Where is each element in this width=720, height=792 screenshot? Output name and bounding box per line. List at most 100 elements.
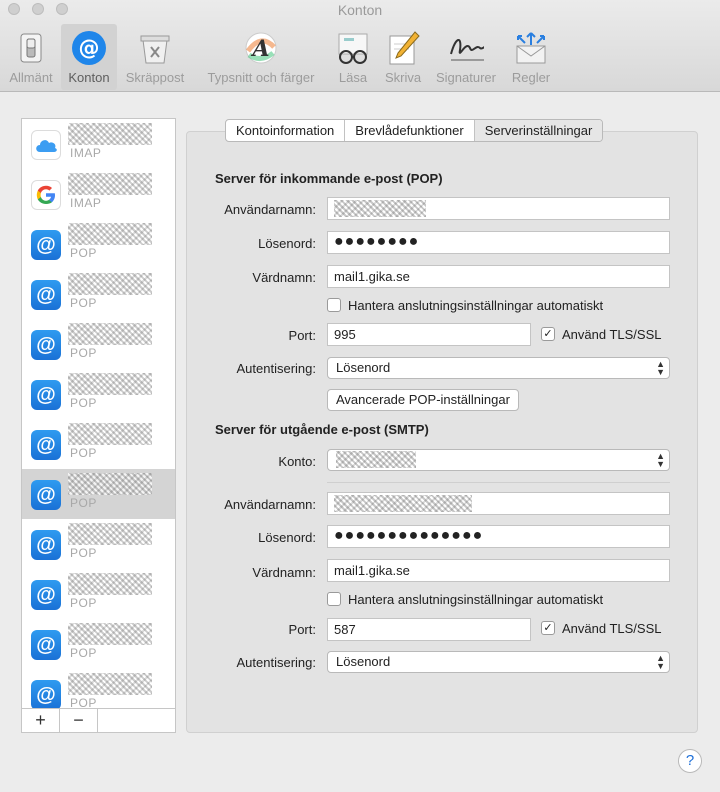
incoming-password-field[interactable]: ●●●●●●●● <box>327 231 670 254</box>
trash-icon <box>137 30 173 66</box>
toolbar-item-lasa[interactable]: Läsa <box>333 24 373 90</box>
chevron-updown-icon: ▲ ▼ <box>656 359 665 377</box>
outgoing-port-field[interactable]: 587 <box>327 618 531 641</box>
incoming-auth-select[interactable]: Lösenord ▲ ▼ <box>327 357 670 379</box>
help-button[interactable]: ? <box>678 749 702 773</box>
incoming-auto-manage-checkbox[interactable] <box>327 298 341 312</box>
account-row[interactable]: @ POP <box>22 319 175 369</box>
incoming-auth-label: Autentisering: <box>236 361 317 376</box>
tab-brevladefunktioner[interactable]: Brevlådefunktioner <box>345 120 475 141</box>
outgoing-username-field[interactable] <box>327 492 670 515</box>
account-list: IMAP IMAP @ POP @ POP @ POP @ POP @ POP @ POP … <box>21 118 176 733</box>
toolbar-label: Skriva <box>384 70 422 85</box>
outgoing-account-select[interactable]: ▲ ▼ <box>327 449 670 471</box>
outgoing-auth-select[interactable]: Lösenord ▲ ▼ <box>327 651 670 673</box>
svg-text:@: @ <box>79 36 100 60</box>
toolbar-label: Typsnitt och färger <box>207 70 315 85</box>
incoming-username-field[interactable] <box>327 197 670 220</box>
outgoing-account-label: Konto: <box>278 454 316 469</box>
account-type: POP <box>70 496 97 510</box>
account-name-redacted <box>68 173 152 195</box>
account-name-redacted <box>68 373 152 395</box>
icloud-icon <box>31 130 61 160</box>
toolbar-label: Läsa <box>338 70 368 85</box>
account-row-selected[interactable]: @ POP <box>22 469 175 519</box>
account-row[interactable]: @ POP <box>22 619 175 669</box>
outgoing-tls-label: Använd TLS/SSL <box>562 621 662 636</box>
incoming-auto-manage-label: Hantera anslutningsinställningar automat… <box>348 298 604 313</box>
redacted-value <box>336 451 416 468</box>
toolbar-label: Regler <box>511 70 551 85</box>
chevron-updown-icon: ▲ ▼ <box>656 451 665 469</box>
account-type: POP <box>70 596 97 610</box>
account-type: POP <box>70 546 97 560</box>
tab-serverinstallningar[interactable]: Serverinställningar <box>474 120 603 141</box>
account-type: POP <box>70 446 97 460</box>
outgoing-port-label: Port: <box>288 622 316 637</box>
account-name-redacted <box>68 273 152 295</box>
at-icon: @ <box>31 280 61 310</box>
toolbar-item-skriva[interactable]: Skriva <box>380 24 426 90</box>
incoming-tls-checkbox[interactable]: ✓ <box>541 327 555 341</box>
tab-kontoinformation[interactable]: Kontoinformation <box>226 120 346 141</box>
toolbar-item-allmant[interactable]: Allmänt <box>4 24 58 90</box>
account-row[interactable]: @ POP <box>22 419 175 469</box>
at-icon: @ <box>31 330 61 360</box>
account-row[interactable]: IMAP <box>22 119 175 169</box>
incoming-host-field[interactable]: mail1.gika.se <box>327 265 670 288</box>
at-icon: @ <box>31 580 61 610</box>
toolbar-item-regler[interactable]: Regler <box>508 24 554 90</box>
remove-account-button[interactable]: − <box>60 709 98 732</box>
signature-icon <box>448 30 484 66</box>
add-account-button[interactable]: + <box>22 709 60 732</box>
toolbar-label: Allmänt <box>9 70 53 85</box>
outgoing-tls-checkbox[interactable]: ✓ <box>541 621 555 635</box>
account-row[interactable]: @ POP <box>22 569 175 619</box>
account-type: IMAP <box>70 146 102 160</box>
account-row[interactable]: @ POP <box>22 519 175 569</box>
toolbar-label: Signaturer <box>436 70 496 85</box>
account-name-redacted <box>68 523 152 545</box>
account-name-redacted <box>68 623 152 645</box>
toolbar-item-typsnitt[interactable]: A Typsnitt och färger <box>196 24 326 90</box>
svg-text:A: A <box>250 36 269 62</box>
toolbar-item-signaturer[interactable]: Signaturer <box>430 24 502 90</box>
outgoing-password-field[interactable]: ●●●●●●●●●●●●●● <box>327 525 670 548</box>
tab-bar: Kontoinformation Brevlådefunktioner Serv… <box>225 119 604 142</box>
toolbar-label: Konton <box>68 70 110 85</box>
outgoing-host-field[interactable]: mail1.gika.se <box>327 559 670 582</box>
redacted-value <box>334 200 426 217</box>
account-type: POP <box>70 246 97 260</box>
incoming-username-label: Användarnamn: <box>224 202 316 217</box>
account-name-redacted <box>68 673 152 695</box>
incoming-tls-label: Använd TLS/SSL <box>562 327 662 342</box>
outgoing-host-label: Värdnamn: <box>252 565 316 580</box>
at-icon: @ <box>71 30 107 66</box>
outgoing-auto-manage-checkbox[interactable] <box>327 592 341 606</box>
account-type: IMAP <box>70 196 102 210</box>
account-row[interactable]: IMAP <box>22 169 175 219</box>
account-row[interactable]: @ POP <box>22 219 175 269</box>
account-list-footer: + − <box>21 708 176 733</box>
font-icon: A <box>243 30 279 66</box>
account-type: POP <box>70 396 97 410</box>
outgoing-auth-label: Autentisering: <box>236 655 317 670</box>
glasses-icon <box>335 30 371 66</box>
outgoing-auto-manage-label: Hantera anslutningsinställningar automat… <box>348 592 604 607</box>
account-name-redacted <box>68 573 152 595</box>
incoming-password-label: Lösenord: <box>258 236 316 251</box>
toolbar-item-konton[interactable]: @ Konton <box>61 24 117 90</box>
account-name-redacted <box>68 123 152 145</box>
outgoing-password-label: Lösenord: <box>258 530 316 545</box>
pencil-icon <box>385 30 421 66</box>
account-row[interactable]: @ POP <box>22 369 175 419</box>
advanced-pop-settings-button[interactable]: Avancerade POP-inställningar <box>327 389 519 411</box>
incoming-host-label: Värdnamn: <box>252 270 316 285</box>
outgoing-username-label: Användarnamn: <box>224 497 316 512</box>
switch-icon <box>13 30 49 66</box>
incoming-port-field[interactable]: 995 <box>327 323 531 346</box>
incoming-auth-value: Lösenord <box>336 360 391 375</box>
account-row[interactable]: @ POP <box>22 269 175 319</box>
toolbar-item-skrappost[interactable]: Skräppost <box>120 24 190 90</box>
at-icon: @ <box>31 630 61 660</box>
